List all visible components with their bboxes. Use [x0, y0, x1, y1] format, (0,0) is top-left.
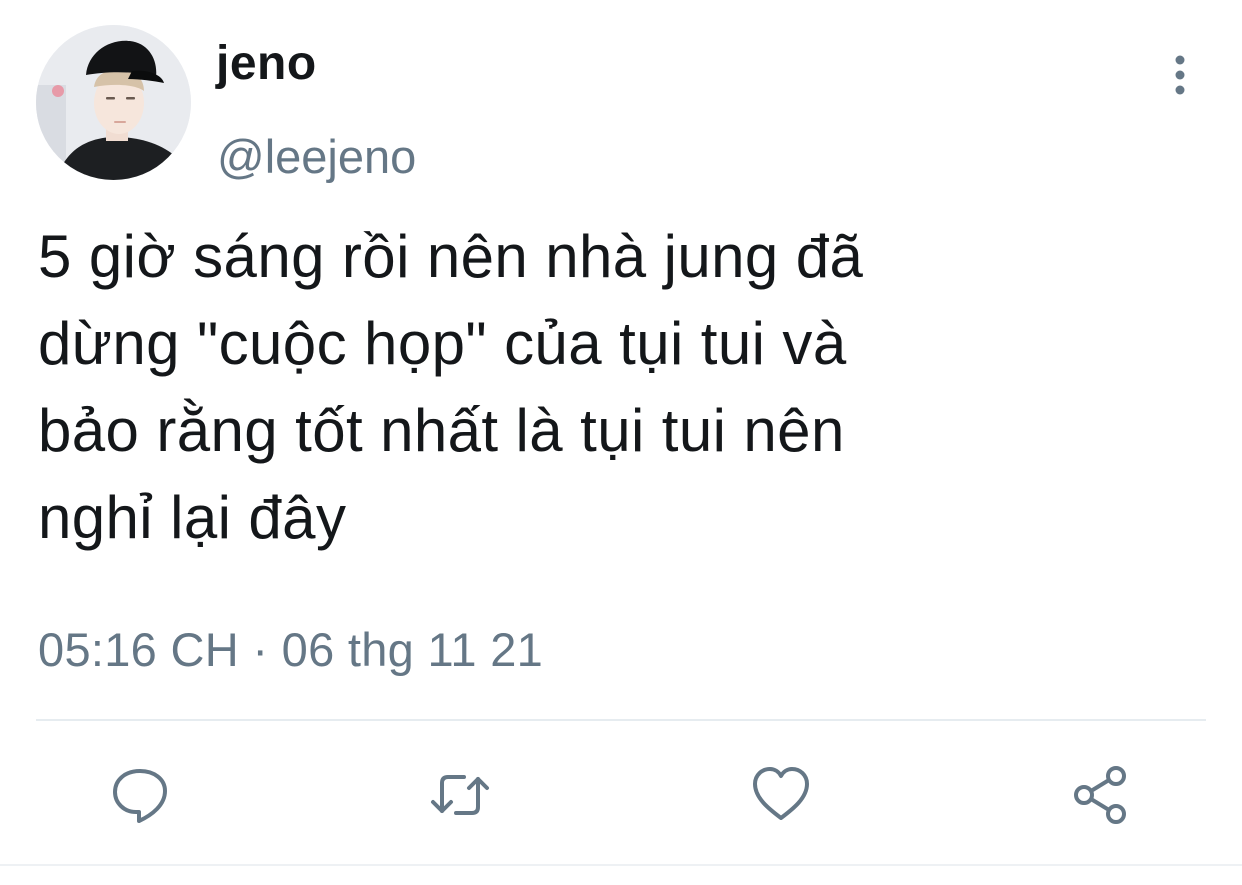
share-icon [1074, 766, 1126, 824]
retweet-button[interactable] [428, 763, 492, 827]
bottom-divider [0, 864, 1242, 866]
share-button[interactable] [1068, 763, 1132, 827]
avatar-image [36, 25, 191, 180]
tweet-card: jeno @leejeno 5 giờ sáng rồi nên nhà jun… [0, 0, 1242, 885]
reply-button[interactable] [108, 763, 172, 827]
like-button[interactable] [749, 763, 813, 827]
display-name[interactable]: jeno [216, 40, 317, 88]
more-options-button[interactable] [1160, 52, 1200, 98]
divider [36, 719, 1206, 721]
retweet-icon [431, 775, 489, 815]
heart-icon [753, 767, 809, 820]
avatar[interactable] [36, 25, 191, 180]
tweet-timestamp[interactable]: 05:16 CH · 06 thg 11 21 [38, 626, 543, 673]
tweet-text: 5 giờ sáng rồi nên nhà jung đã dừng "cuộ… [38, 223, 864, 551]
more-vertical-icon [1175, 55, 1185, 95]
user-handle[interactable]: @leejeno [217, 133, 416, 180]
reply-icon [113, 769, 167, 823]
